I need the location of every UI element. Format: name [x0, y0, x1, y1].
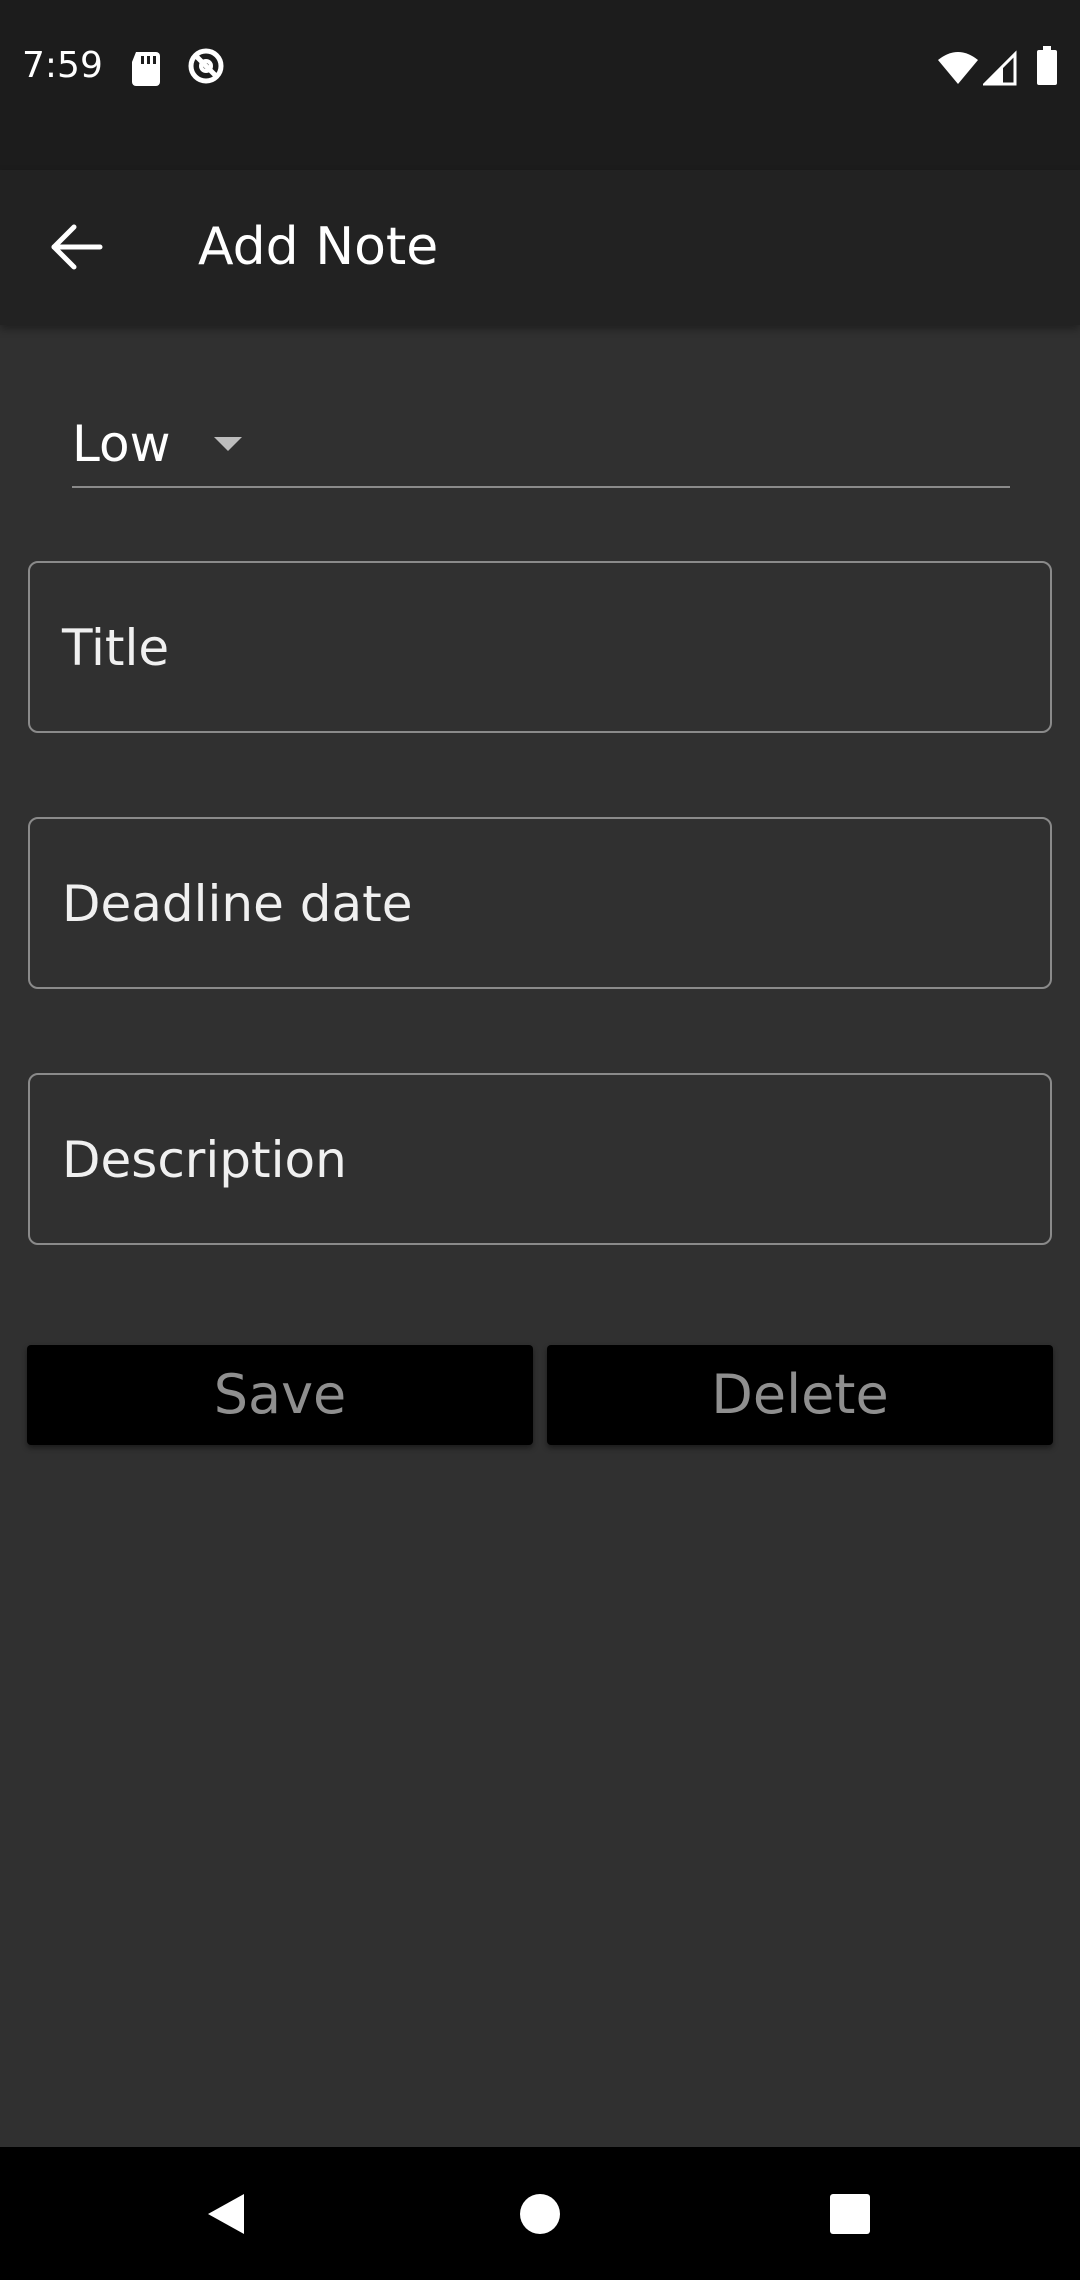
status-bar: 7:59	[0, 0, 1080, 170]
nav-recents-icon[interactable]	[829, 2193, 871, 2235]
cell-signal-icon	[983, 50, 1017, 86]
sd-card-icon	[132, 52, 160, 86]
battery-icon	[1037, 46, 1057, 85]
dropdown-triangle-icon	[214, 437, 242, 451]
page-title: Add Note	[198, 217, 439, 277]
description-input[interactable]: Description	[28, 1073, 1052, 1245]
title-input-label: Title	[62, 619, 170, 677]
app-bar: Add Note	[0, 170, 1080, 325]
nav-home-icon[interactable]	[519, 2193, 561, 2235]
arrow-back-icon[interactable]	[46, 216, 108, 278]
deadline-date-input-label: Deadline date	[62, 875, 413, 933]
wifi-icon	[938, 52, 978, 84]
title-input[interactable]: Title	[28, 561, 1052, 733]
save-button[interactable]: Save	[27, 1345, 533, 1445]
priority-selected-value: Low	[72, 415, 171, 473]
deadline-date-input[interactable]: Deadline date	[28, 817, 1052, 989]
status-time: 7:59	[22, 45, 103, 86]
description-input-label: Description	[62, 1131, 347, 1189]
sync-disabled-icon	[188, 48, 224, 84]
priority-dropdown[interactable]: Low	[72, 402, 1010, 488]
system-nav-bar	[0, 2147, 1080, 2280]
nav-back-icon[interactable]	[204, 2191, 248, 2237]
delete-button[interactable]: Delete	[547, 1345, 1053, 1445]
